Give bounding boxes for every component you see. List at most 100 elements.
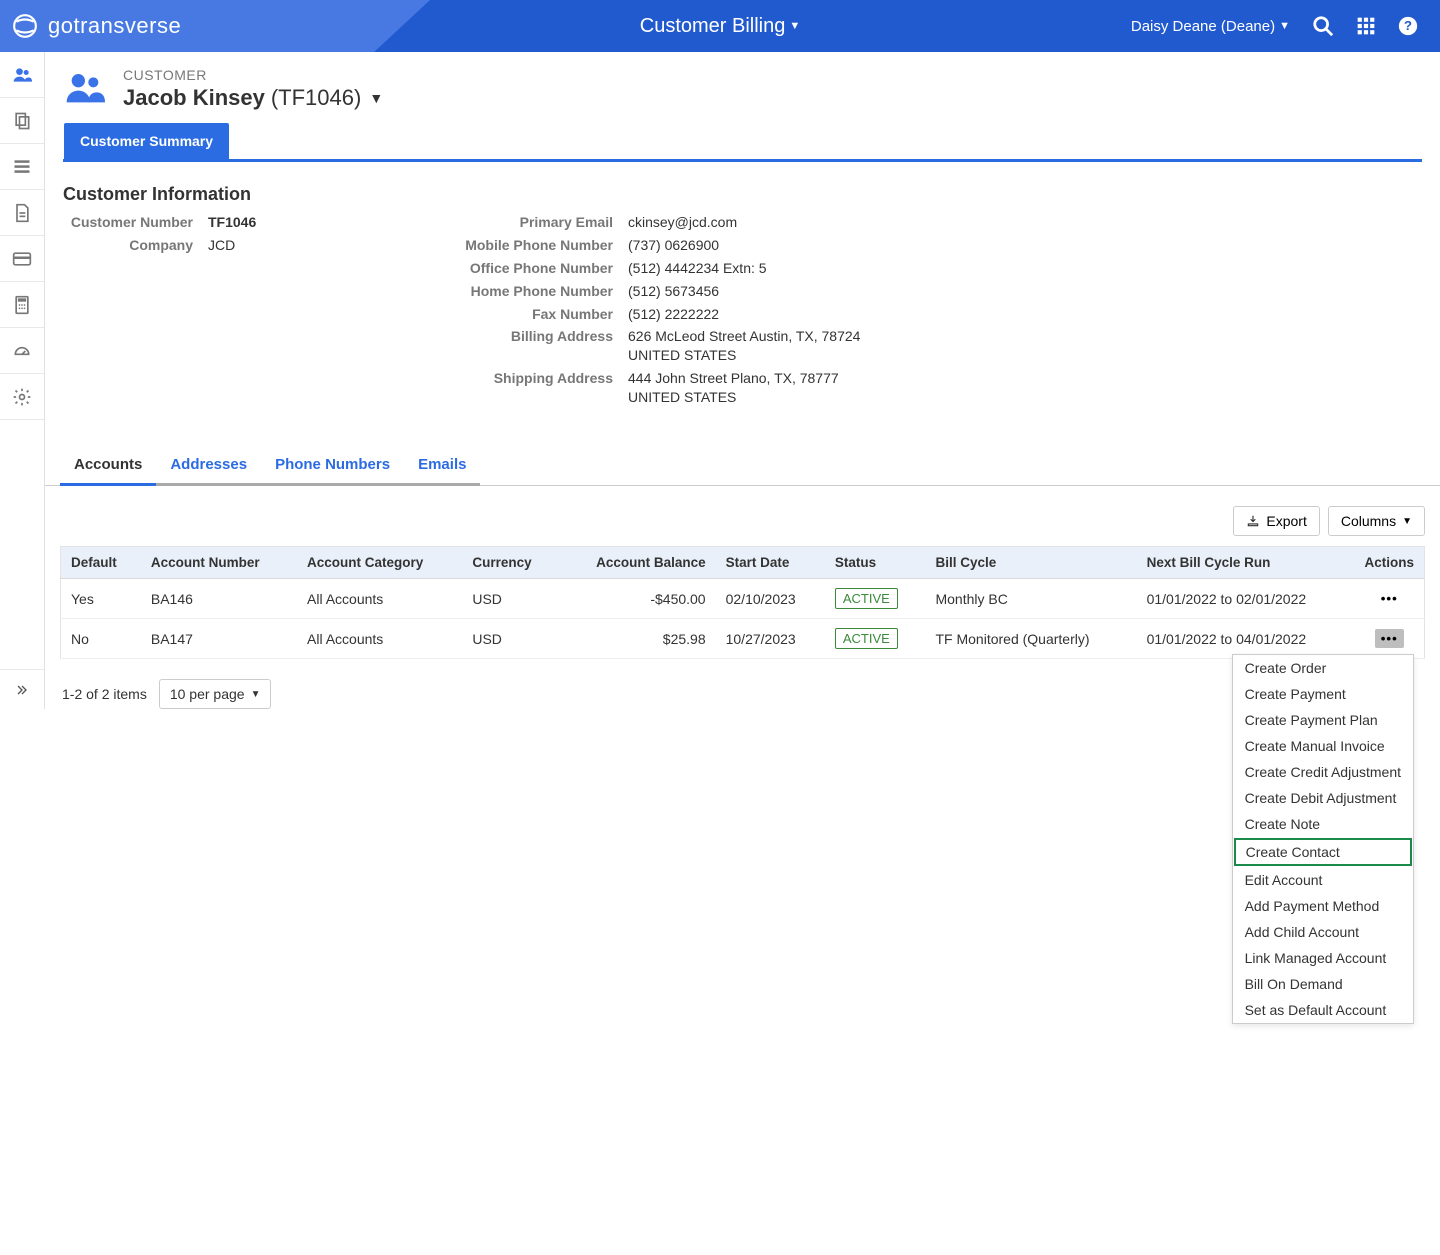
column-header[interactable]: Default	[61, 547, 141, 579]
table-row: YesBA146All AccountsUSD-$450.0002/10/202…	[61, 579, 1425, 619]
info-row: Office Phone Number(512) 4442234 Extn: 5	[453, 259, 873, 278]
info-row: CompanyJCD	[63, 236, 423, 255]
credit-card-icon	[12, 249, 32, 269]
sidebar-item-calculator[interactable]	[0, 282, 44, 328]
stack-icon	[12, 157, 32, 177]
table-cell: 01/01/2022 to 02/01/2022	[1137, 579, 1355, 619]
subtab-row: AccountsAddressesPhone NumbersEmails	[45, 446, 1440, 486]
action-menu-item[interactable]: Add Child Account	[1233, 919, 1413, 945]
column-header[interactable]: Account Number	[141, 547, 297, 579]
sidebar-item-copy[interactable]	[0, 98, 44, 144]
sidebar-item-card[interactable]	[0, 236, 44, 282]
action-menu-item[interactable]: Create Payment	[1233, 681, 1413, 707]
action-menu-item[interactable]: Link Managed Account	[1233, 945, 1413, 971]
user-label: Daisy Deane (Deane)	[1131, 18, 1275, 35]
customer-info-section: Customer Information Customer NumberTF10…	[45, 162, 1440, 411]
action-menu-item[interactable]: Create Contact	[1234, 838, 1412, 866]
subtab-emails[interactable]: Emails	[404, 446, 480, 486]
action-menu-item[interactable]: Create Credit Adjustment	[1233, 759, 1413, 785]
logo-section[interactable]: gotransverse	[0, 13, 181, 39]
page-size-select[interactable]: 10 per page ▼	[159, 679, 272, 709]
info-title: Customer Information	[63, 184, 1422, 205]
page-header: CUSTOMER Jacob Kinsey (TF1046) ▼ Custome…	[45, 52, 1440, 162]
gauge-icon	[12, 341, 32, 361]
sidebar-item-settings[interactable]	[0, 374, 44, 420]
page-size-label: 10 per page	[170, 686, 245, 702]
table-cell: 01/01/2022 to 04/01/2022	[1137, 619, 1355, 659]
pager: 1-2 of 2 items 10 per page ▼	[60, 679, 1425, 709]
info-row: Fax Number(512) 2222222	[453, 305, 873, 324]
action-menu-item[interactable]: Edit Account	[1233, 867, 1413, 893]
caret-down-icon: ▼	[789, 20, 800, 32]
page-eyebrow: CUSTOMER	[123, 67, 383, 83]
info-value: (512) 4442234 Extn: 5	[628, 259, 873, 278]
sidebar-item-dashboard[interactable]	[0, 328, 44, 374]
column-header[interactable]: Next Bill Cycle Run	[1137, 547, 1355, 579]
action-menu-item[interactable]: Add Payment Method	[1233, 893, 1413, 919]
info-row: Primary Emailckinsey@jcd.com	[453, 213, 873, 232]
info-row: Billing Address626 McLeod Street Austin,…	[453, 327, 873, 365]
sidebar-item-stack[interactable]	[0, 144, 44, 190]
column-header[interactable]: Status	[825, 547, 926, 579]
table-cell: Monthly BC	[925, 579, 1136, 619]
sidebar	[0, 52, 45, 709]
subtab-addresses[interactable]: Addresses	[156, 446, 261, 486]
table-cell: No	[61, 619, 141, 659]
columns-button[interactable]: Columns ▼	[1328, 506, 1425, 536]
info-label: Home Phone Number	[453, 282, 628, 301]
table-cell: -$450.00	[559, 579, 716, 619]
help-icon[interactable]: ?	[1398, 16, 1418, 36]
pager-summary: 1-2 of 2 items	[62, 686, 147, 702]
column-header[interactable]: Actions	[1354, 547, 1424, 579]
column-header[interactable]: Start Date	[716, 547, 825, 579]
caret-down-icon: ▼	[251, 689, 261, 700]
action-menu-item[interactable]: Create Payment Plan	[1233, 707, 1413, 733]
chevron-double-right-icon	[14, 682, 30, 698]
ellipsis-icon: •••	[1381, 631, 1398, 646]
action-menu-item[interactable]: Create Debit Adjustment	[1233, 785, 1413, 811]
action-menu-item[interactable]: Create Note	[1233, 811, 1413, 837]
search-icon[interactable]	[1312, 15, 1334, 37]
subtab-accounts[interactable]: Accounts	[60, 446, 156, 486]
info-row: Customer NumberTF1046	[63, 213, 423, 232]
accounts-table: DefaultAccount NumberAccount CategoryCur…	[60, 546, 1425, 659]
actions-cell: •••Create OrderCreate PaymentCreate Paym…	[1354, 619, 1424, 659]
page-title-dropdown[interactable]: Jacob Kinsey (TF1046) ▼	[123, 85, 383, 111]
row-actions-button[interactable]: •••	[1375, 589, 1404, 608]
subtab-phone-numbers[interactable]: Phone Numbers	[261, 446, 404, 486]
info-label: Primary Email	[453, 213, 628, 232]
sidebar-item-document[interactable]	[0, 190, 44, 236]
app-title-dropdown[interactable]: Customer Billing ▼	[640, 15, 801, 38]
table-controls: Export Columns ▼	[60, 506, 1425, 536]
action-menu-item[interactable]: Create Manual Invoice	[1233, 733, 1413, 759]
document-icon	[12, 203, 32, 223]
info-label: Customer Number	[63, 213, 208, 232]
action-menu-item[interactable]: Set as Default Account	[1233, 997, 1413, 1023]
sidebar-item-customers[interactable]	[0, 52, 44, 98]
table-cell: ACTIVE	[825, 579, 926, 619]
export-button[interactable]: Export	[1233, 506, 1319, 536]
action-menu-item[interactable]: Bill On Demand	[1233, 971, 1413, 997]
table-cell: BA147	[141, 619, 297, 659]
info-value: (512) 2222222	[628, 305, 873, 324]
user-menu[interactable]: Daisy Deane (Deane) ▼	[1131, 18, 1290, 35]
logo-icon	[12, 13, 38, 39]
columns-label: Columns	[1341, 513, 1396, 529]
column-header[interactable]: Account Balance	[559, 547, 716, 579]
info-value: 626 McLeod Street Austin, TX, 78724 UNIT…	[628, 327, 873, 365]
table-cell: ACTIVE	[825, 619, 926, 659]
tab-customer-summary[interactable]: Customer Summary	[64, 123, 229, 159]
action-menu-item[interactable]: Create Order	[1233, 655, 1413, 681]
row-actions-button[interactable]: •••	[1375, 629, 1404, 648]
sidebar-expand[interactable]	[0, 669, 44, 709]
apps-grid-icon[interactable]	[1356, 16, 1376, 36]
customer-code: (TF1046)	[271, 85, 361, 111]
info-value: (737) 0626900	[628, 236, 873, 255]
users-icon	[12, 65, 32, 85]
info-label: Shipping Address	[453, 369, 628, 407]
column-header[interactable]: Currency	[462, 547, 558, 579]
column-header[interactable]: Account Category	[297, 547, 462, 579]
app-header: gotransverse Customer Billing ▼ Daisy De…	[0, 0, 1440, 52]
status-badge: ACTIVE	[835, 588, 898, 609]
column-header[interactable]: Bill Cycle	[925, 547, 1136, 579]
